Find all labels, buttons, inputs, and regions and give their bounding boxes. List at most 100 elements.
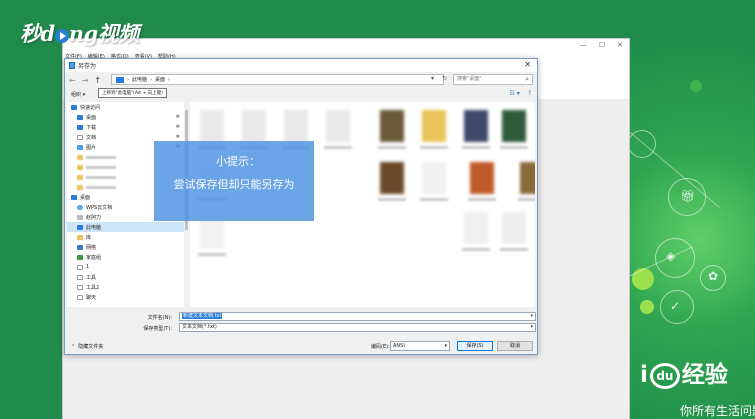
file-icon [77, 274, 83, 280]
document-icon [77, 134, 83, 140]
cancel-button[interactable]: 取消 [497, 341, 533, 351]
file-label [462, 248, 490, 251]
nav-item[interactable]: 库 [67, 232, 185, 242]
view-options-icon[interactable]: ☷ ▾ [510, 90, 520, 97]
chevron-down-icon[interactable]: ▾ [530, 324, 533, 331]
logo-text: d [40, 21, 56, 46]
forward-arrow-icon[interactable]: → [82, 76, 89, 85]
file-label [518, 198, 535, 201]
nav-item[interactable]: 网络 [67, 242, 185, 252]
download-icon [77, 124, 83, 130]
file-item[interactable] [464, 212, 488, 244]
library-icon [77, 234, 83, 240]
notepad-titlebar: — ☐ ✕ [63, 39, 629, 51]
close-icon[interactable]: ✕ [617, 41, 623, 49]
window-controls: — ☐ ✕ [580, 41, 623, 49]
nav-item-label: 聊天 [86, 294, 97, 301]
refresh-icon[interactable]: ↻ [442, 75, 447, 82]
close-icon[interactable]: ✕ [524, 60, 531, 69]
nav-item-label: 1 [86, 264, 90, 270]
file-item[interactable] [464, 110, 488, 142]
file-item[interactable] [502, 110, 526, 142]
nav-item[interactable]: 此电脑 [67, 222, 185, 232]
nav-item-label: 桌面 [86, 114, 97, 121]
nav-item-label [86, 165, 116, 169]
breadcrumb-desktop[interactable]: 桌面 [155, 76, 165, 83]
file-item[interactable] [520, 162, 535, 194]
back-arrow-icon[interactable]: ← [69, 76, 76, 85]
help-icon[interactable]: ? [528, 90, 531, 97]
breadcrumb-separator: › [168, 76, 171, 83]
nav-item-label: 文档 [86, 134, 97, 141]
logo-text: ng视频 [68, 21, 139, 46]
chevron-down-icon[interactable]: ▾ [444, 342, 447, 350]
nav-item-label: 家庭组 [86, 254, 102, 261]
encoding-select[interactable]: ANSI ▾ [390, 341, 450, 351]
file-item[interactable] [326, 110, 350, 142]
deco-dot [632, 268, 654, 290]
file-item[interactable] [380, 162, 404, 194]
paw-icon: du [649, 363, 680, 389]
nav-item[interactable]: 工具 [67, 272, 185, 282]
pin-icon: ✱ [175, 134, 180, 140]
computer-icon [77, 224, 83, 230]
file-icon [77, 264, 83, 270]
breadcrumb-separator: › [150, 76, 153, 83]
file-item[interactable] [380, 110, 404, 142]
homegroup-icon [77, 254, 83, 260]
save-button[interactable]: 保存(S) [457, 341, 493, 351]
chevron-down-icon[interactable]: ▾ [431, 75, 434, 82]
nav-item-label [86, 185, 116, 189]
nav-item-label [86, 175, 116, 179]
hide-folders-toggle[interactable]: ⌃ 隐藏文件夹 [71, 343, 103, 351]
nav-item[interactable]: 家庭组 [67, 252, 185, 262]
folder-icon [77, 154, 83, 160]
watermark-logo: 秒d ng视频 [20, 18, 139, 48]
nav-item[interactable]: 下载 ✱ [67, 122, 185, 132]
play-icon [54, 29, 69, 43]
nav-item[interactable]: 快速访问 [67, 102, 185, 112]
nav-item[interactable]: 工具2 [67, 282, 185, 292]
encoding-value: ANSI [393, 343, 405, 349]
file-item[interactable] [502, 212, 526, 244]
chevron-down-icon[interactable]: ▾ [530, 313, 533, 320]
search-input[interactable]: 搜索"桌面" ⌕ [453, 74, 533, 85]
file-item[interactable] [200, 217, 224, 249]
filetype-row: 保存类型(T): 文本文档(*.txt) ▾ [65, 323, 537, 333]
baidu-jingyan-logo: i du 经验 [640, 355, 728, 389]
file-item[interactable] [284, 110, 308, 142]
file-item[interactable] [200, 110, 224, 142]
nav-item[interactable]: 桌面 ✱ [67, 112, 185, 122]
file-item[interactable] [422, 162, 446, 194]
filename-input[interactable]: 新建文本文档.txt ▾ [179, 312, 536, 321]
folder-icon [77, 174, 83, 180]
nav-item[interactable]: 聊天 [67, 292, 185, 302]
address-tools: ▾ ↻ [431, 75, 447, 82]
deco-dot [690, 80, 702, 92]
deco-dot [640, 300, 654, 314]
network-icon [77, 244, 83, 250]
breadcrumb-separator: › [127, 76, 129, 83]
organize-button[interactable]: 组织 ▾ [71, 91, 85, 98]
minimize-icon[interactable]: — [580, 41, 587, 49]
heart-icon: ✿ [708, 269, 719, 283]
folder-icon [77, 164, 83, 170]
file-item[interactable] [422, 110, 446, 142]
file-item[interactable] [242, 110, 266, 142]
nav-item-label: 快速访问 [80, 104, 101, 111]
address-bar[interactable]: › 此电脑 › 桌面 › [111, 74, 444, 85]
file-label [378, 198, 406, 201]
maximize-icon[interactable]: ☐ [599, 41, 605, 49]
filename-value: 新建文本文档.txt [182, 313, 223, 319]
nav-item[interactable]: 1 [67, 262, 185, 272]
logo-text: i [640, 362, 648, 388]
baidu-slogan: 你所有生活问题 [680, 404, 755, 418]
filetype-select[interactable]: 文本文档(*.txt) ▾ [179, 323, 536, 332]
breadcrumb-this-pc[interactable]: 此电脑 [132, 76, 147, 83]
up-arrow-icon[interactable]: ↑ [94, 76, 101, 85]
computer-icon [116, 76, 124, 83]
file-icon [77, 284, 83, 290]
cloud-icon [77, 204, 83, 210]
file-item[interactable] [470, 162, 494, 194]
star-icon [71, 104, 77, 110]
